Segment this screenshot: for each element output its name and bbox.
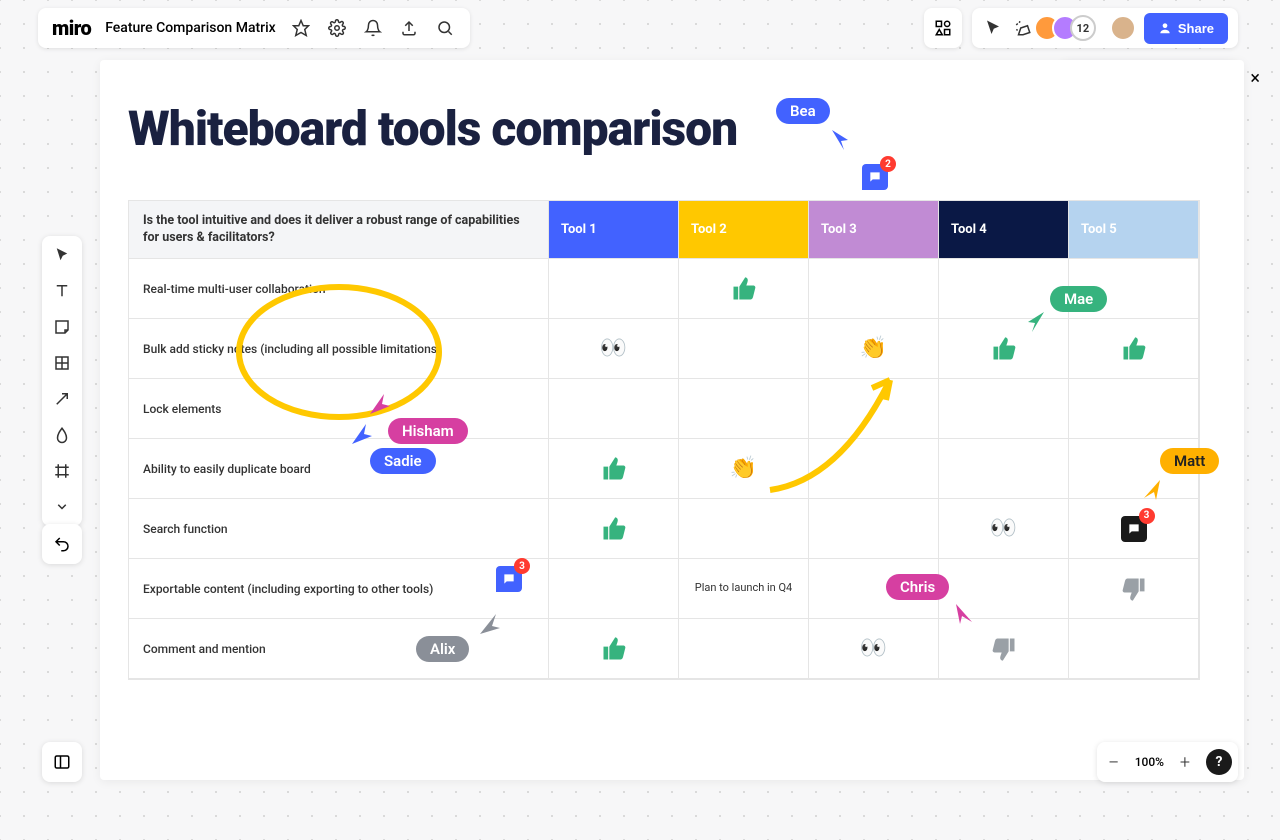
select-tool-icon[interactable] — [51, 244, 73, 266]
thumbs-up-icon — [600, 515, 628, 543]
reactions-icon[interactable] — [1012, 17, 1034, 39]
thumbs-up-icon — [990, 335, 1018, 363]
cursor-tag-bea: Bea — [776, 98, 830, 124]
cursor-tag-chris: Chris — [886, 574, 949, 600]
apps-button[interactable] — [924, 8, 962, 48]
settings-icon[interactable] — [326, 17, 348, 39]
table-tool-icon[interactable] — [51, 352, 73, 374]
arrow-tool-icon[interactable] — [51, 388, 73, 410]
zoom-controls: − 100% + ? — [1097, 742, 1238, 782]
sticky-tool-icon[interactable] — [51, 316, 73, 338]
text-tool-icon[interactable] — [51, 280, 73, 302]
thumbs-down-icon — [1120, 575, 1148, 603]
cursor-tag-alix: Alix — [416, 636, 469, 662]
logo: miro — [52, 16, 91, 40]
zoom-in-button[interactable]: + — [1174, 751, 1196, 773]
cursor-icon[interactable] — [982, 17, 1004, 39]
board-title: Whiteboard tools comparison — [128, 100, 737, 157]
matrix-question: Is the tool intuitive and does it delive… — [129, 201, 549, 258]
comment-icon[interactable]: 2 — [862, 164, 888, 190]
cell-text: Plan to launch in Q4 — [695, 581, 792, 595]
undo-button[interactable] — [42, 524, 82, 564]
row-label: Search function — [129, 499, 549, 558]
eyes-icon: 👀 — [990, 516, 1017, 541]
frame-tool-icon[interactable] — [51, 460, 73, 482]
comment-count-badge: 2 — [880, 156, 896, 172]
collaborator-avatars[interactable]: 12 — [1042, 15, 1096, 41]
thumbs-up-icon — [600, 455, 628, 483]
clap-icon: 👏 — [730, 456, 757, 481]
pen-tool-icon[interactable] — [51, 424, 73, 446]
row-label: Real-time multi-user collaboration — [129, 259, 549, 318]
col-header-tool2: Tool 2 — [679, 201, 809, 258]
export-icon[interactable] — [398, 17, 420, 39]
cursor-tag-sadie: Sadie — [370, 448, 436, 474]
bell-icon[interactable] — [362, 17, 384, 39]
thumbs-up-icon — [1120, 335, 1148, 363]
top-toolbar: miro Feature Comparison Matrix — [38, 8, 470, 48]
col-header-tool4: Tool 4 — [939, 201, 1069, 258]
cursor-tag-hisham: Hisham — [388, 418, 468, 444]
cursor-tag-mae: Mae — [1050, 286, 1107, 312]
col-header-tool5: Tool 5 — [1069, 201, 1199, 258]
help-button[interactable]: ? — [1206, 749, 1232, 775]
close-icon[interactable]: × — [1250, 68, 1260, 89]
share-button[interactable]: Share — [1144, 13, 1228, 44]
panel-toggle-button[interactable] — [42, 742, 82, 782]
more-tools-icon[interactable] — [51, 496, 73, 518]
row-label: Ability to easily duplicate board — [129, 439, 549, 498]
row-label: Bulk add sticky notes (including all pos… — [129, 319, 549, 378]
eyes-icon: 👀 — [600, 336, 627, 361]
col-header-tool1: Tool 1 — [549, 201, 679, 258]
top-right-cluster: 12 Share — [924, 8, 1238, 48]
comparison-matrix[interactable]: Is the tool intuitive and does it delive… — [128, 200, 1200, 680]
share-label: Share — [1178, 21, 1214, 36]
thumbs-down-icon — [990, 635, 1018, 663]
zoom-level[interactable]: 100% — [1135, 755, 1164, 769]
comment-count-badge: 3 — [514, 558, 530, 574]
comment-icon[interactable]: 3 — [496, 566, 522, 592]
comment-count-badge: 3 — [1139, 508, 1155, 524]
board-name[interactable]: Feature Comparison Matrix — [105, 20, 276, 36]
left-toolbar — [42, 236, 82, 526]
eyes-icon: 👀 — [860, 636, 887, 661]
thumbs-up-icon — [600, 635, 628, 663]
clap-icon: 👏 — [860, 336, 887, 361]
comment-icon[interactable]: 3 — [1121, 516, 1147, 542]
row-label: Lock elements — [129, 379, 549, 438]
user-avatar[interactable] — [1110, 15, 1136, 41]
present-cluster: 12 Share — [972, 8, 1238, 48]
row-label: Exportable content (including exporting … — [129, 559, 549, 618]
thumbs-up-icon — [730, 275, 758, 303]
search-icon[interactable] — [434, 17, 456, 39]
row-label: Comment and mention — [129, 619, 549, 678]
col-header-tool3: Tool 3 — [809, 201, 939, 258]
zoom-out-button[interactable]: − — [1103, 751, 1125, 773]
cursor-tag-matt: Matt — [1160, 448, 1219, 474]
star-icon[interactable] — [290, 17, 312, 39]
avatar-count: 12 — [1070, 15, 1096, 41]
